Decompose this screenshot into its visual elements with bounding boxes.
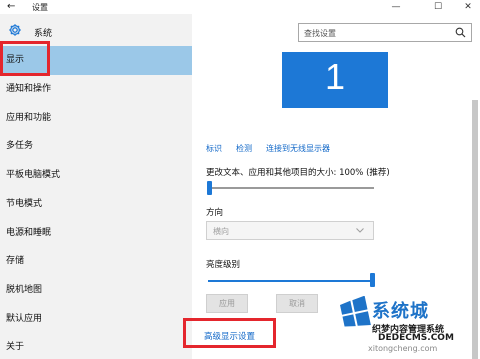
- sidebar-item-label: 多任务: [6, 141, 34, 151]
- title-bar: ← 设置 — ☐ ✕: [0, 0, 480, 14]
- sidebar-item-label: 通知和操作: [6, 84, 52, 94]
- connect-wireless-display-link[interactable]: 连接到无线显示器: [266, 143, 330, 154]
- brightness-slider-thumb[interactable]: [370, 273, 375, 287]
- detect-link[interactable]: 检测: [236, 143, 252, 154]
- back-arrow-icon[interactable]: ←: [7, 1, 15, 12]
- windows-logo-icon: [339, 296, 371, 327]
- sidebar-item-label: 显示: [6, 55, 25, 65]
- sidebar-header: 系统: [0, 14, 192, 44]
- scale-label: 更改文本、应用和其他项目的大小: 100% (推荐): [206, 168, 390, 178]
- scale-slider-thumb[interactable]: [207, 181, 212, 195]
- sidebar-item-battery-saver[interactable]: 节电模式: [0, 190, 192, 219]
- chevron-down-icon: [356, 228, 364, 233]
- sidebar-item-label: 脱机地图: [6, 285, 43, 295]
- monitor-tile[interactable]: 1: [282, 52, 388, 108]
- sidebar-item-notifications[interactable]: 通知和操作: [0, 75, 192, 104]
- apply-button[interactable]: 应用: [206, 294, 248, 313]
- search-placeholder: 查找设置: [304, 29, 336, 38]
- scale-slider-track[interactable]: [208, 187, 374, 189]
- sidebar-item-label: 电源和睡眠: [6, 228, 52, 238]
- sidebar-item-apps[interactable]: 应用和功能: [0, 104, 192, 133]
- sidebar-item-label: 关于: [6, 342, 25, 352]
- orientation-value: 横向: [213, 227, 229, 236]
- search-icon[interactable]: [455, 27, 466, 38]
- sidebar-item-storage[interactable]: 存储: [0, 247, 192, 276]
- sidebar-title: 系统: [34, 29, 53, 39]
- sidebar-item-power-sleep[interactable]: 电源和睡眠: [0, 219, 192, 248]
- watermark-brand: 系统城: [372, 301, 429, 322]
- advanced-display-settings-link[interactable]: 高级显示设置: [204, 330, 255, 342]
- orientation-label: 方向: [206, 208, 224, 218]
- monitor-number: 1: [324, 56, 346, 97]
- sidebar-item-label: 存储: [6, 256, 25, 266]
- sidebar-item-label: 应用和功能: [6, 113, 52, 123]
- sidebar-item-tablet-mode[interactable]: 平板电脑模式: [0, 161, 192, 190]
- sidebar-item-about[interactable]: 关于: [0, 333, 192, 359]
- watermark-domain: DEDECMS.COM: [378, 333, 454, 343]
- orientation-select[interactable]: 横向: [206, 221, 374, 240]
- brightness-label: 亮度级别: [206, 260, 241, 270]
- sidebar-item-display[interactable]: 显示: [0, 46, 192, 75]
- maximize-button[interactable]: ☐: [426, 0, 450, 14]
- brightness-slider-track[interactable]: [208, 280, 372, 282]
- search-input[interactable]: 查找设置: [298, 23, 472, 42]
- gear-icon: [9, 24, 21, 36]
- sidebar-item-default-apps[interactable]: 默认应用: [0, 305, 192, 334]
- sidebar-item-multitasking[interactable]: 多任务: [0, 132, 192, 161]
- identify-link[interactable]: 标识: [206, 143, 222, 154]
- cancel-button[interactable]: 取消: [276, 294, 318, 313]
- sidebar: 系统 显示 通知和操作 应用和功能 多任务 平板电脑模式 节电模式 电源和睡眠 …: [0, 14, 192, 359]
- sidebar-item-label: 默认应用: [6, 314, 43, 324]
- minimize-button[interactable]: —: [384, 0, 408, 14]
- window-title: 设置: [32, 3, 48, 12]
- sidebar-item-label: 节电模式: [6, 199, 43, 209]
- sidebar-item-offline-maps[interactable]: 脱机地图: [0, 276, 192, 305]
- sidebar-item-label: 平板电脑模式: [6, 170, 61, 180]
- watermark-url: xitongcheng.com: [368, 344, 438, 353]
- close-button[interactable]: ✕: [456, 0, 480, 14]
- watermark: 系统城 织梦内容管理系统 DEDECMS.COM xitongcheng.com: [338, 296, 480, 359]
